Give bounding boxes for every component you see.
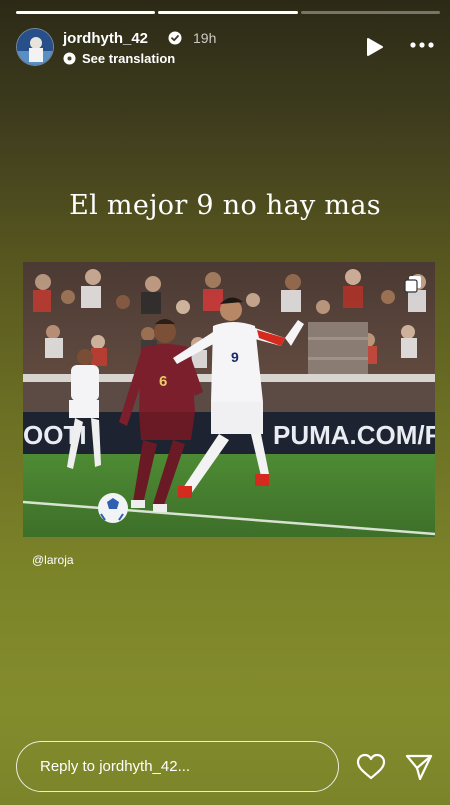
- send-icon[interactable]: [404, 753, 434, 781]
- football-match-image: OOTI PUMA.COM/FOOT 6: [23, 262, 435, 537]
- see-translation-label: See translation: [82, 51, 176, 66]
- username[interactable]: jordhyth_42: [63, 30, 148, 47]
- soccer-ball: [98, 493, 128, 523]
- jersey-number-right: 9: [231, 349, 239, 365]
- story-photo[interactable]: OOTI PUMA.COM/FOOT 6: [23, 262, 435, 537]
- ad-board-text: PUMA.COM/FOOT: [273, 420, 435, 450]
- multi-image-icon: [404, 276, 421, 293]
- story-header: jordhyth_42 19h See translation: [16, 28, 434, 68]
- progress-segment-2: [158, 11, 298, 14]
- avatar[interactable]: [16, 28, 54, 66]
- verified-badge-icon: [168, 31, 182, 45]
- progress-segment-3: [300, 11, 440, 14]
- jersey-number-left: 6: [159, 373, 167, 390]
- story-caption: El mejor 9 no hay mas: [69, 190, 381, 221]
- reply-placeholder: Reply to jordhyth_42...: [40, 758, 191, 775]
- reply-input[interactable]: Reply to jordhyth_42...: [16, 741, 339, 792]
- more-icon[interactable]: [410, 41, 434, 49]
- story-progress: [16, 11, 440, 14]
- heart-icon[interactable]: [356, 753, 386, 781]
- progress-segment-1: [16, 11, 156, 14]
- translate-icon: [63, 52, 76, 65]
- play-icon[interactable]: [366, 37, 384, 57]
- mention-tag[interactable]: @laroja: [32, 553, 74, 567]
- post-time: 19h: [193, 30, 217, 46]
- see-translation-button[interactable]: See translation: [63, 51, 175, 66]
